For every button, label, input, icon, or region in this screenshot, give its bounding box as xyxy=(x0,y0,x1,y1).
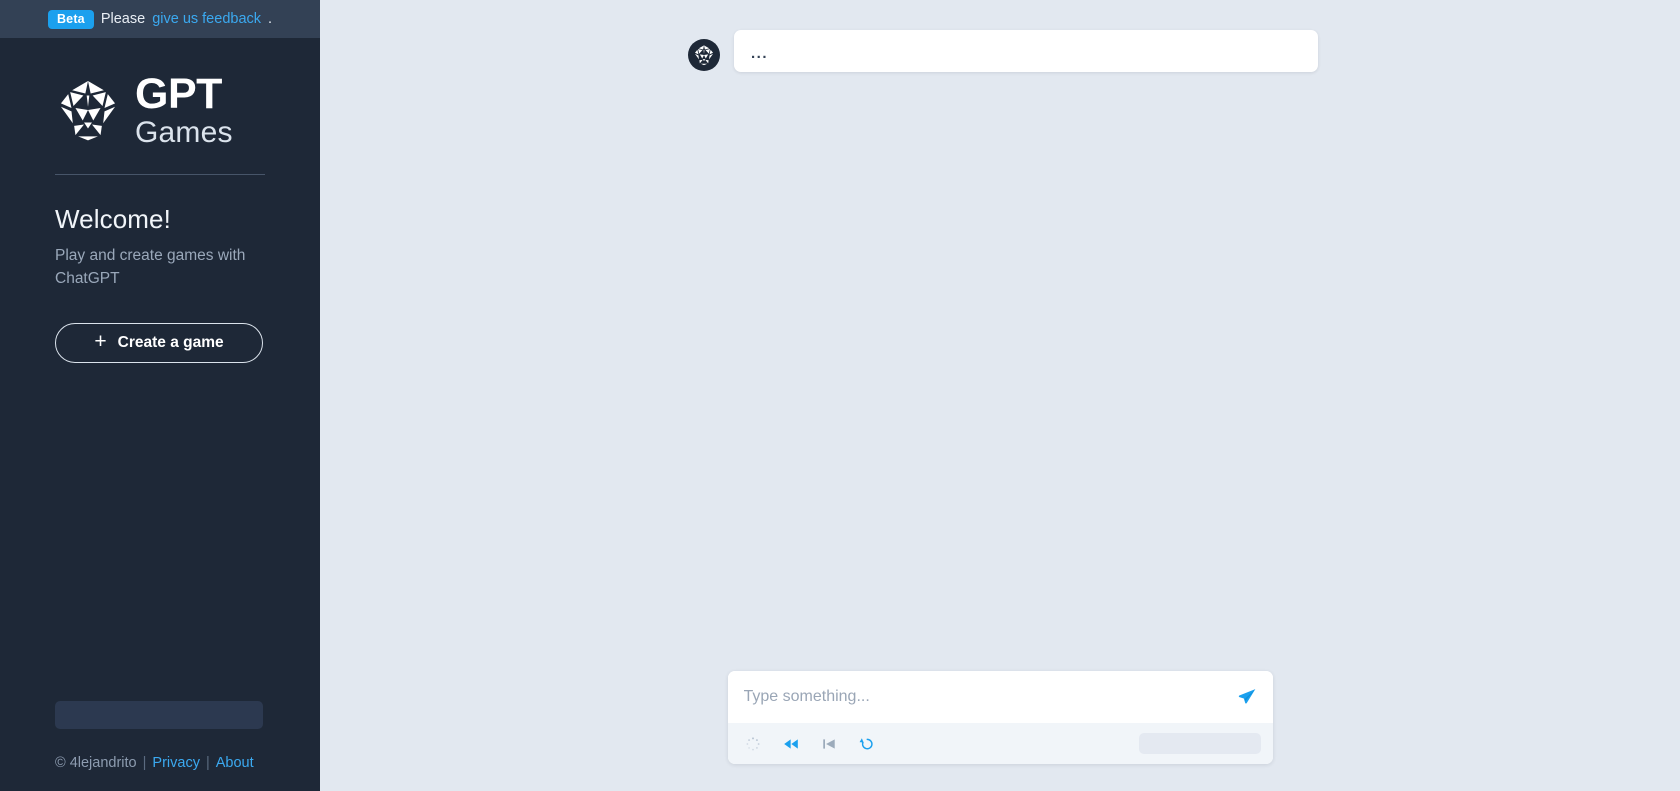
brand-title: GPT xyxy=(135,69,222,118)
composer-toolbar xyxy=(727,723,1273,764)
game-list-skeleton xyxy=(55,701,263,729)
plus-icon: + xyxy=(94,330,107,353)
rewind-icon[interactable] xyxy=(780,733,802,755)
beta-banner-prefix: Please xyxy=(100,11,146,27)
assistant-avatar xyxy=(688,39,720,71)
create-a-game-label: Create a game xyxy=(117,333,224,351)
message-input[interactable] xyxy=(739,688,1229,706)
step-back-icon[interactable] xyxy=(818,733,840,755)
footer-separator-1: | xyxy=(142,755,147,771)
brand-logo[interactable]: GPT Games xyxy=(55,67,265,153)
sidebar-body: GPT Games Welcome! Play and create games… xyxy=(0,38,320,791)
footer-separator-2: | xyxy=(205,755,210,771)
chat-message: ... xyxy=(688,30,1318,72)
beta-banner: Beta Please give us feedback. xyxy=(0,0,320,38)
copyright-label: © 4lejandrito xyxy=(55,755,137,771)
d20-dice-icon xyxy=(55,77,121,143)
restart-icon[interactable] xyxy=(856,733,878,755)
main-content: ... xyxy=(320,0,1680,791)
sidebar-footer: © 4lejandrito | Privacy | About xyxy=(55,755,265,791)
create-a-game-button[interactable]: + Create a game xyxy=(55,322,263,363)
send-button[interactable] xyxy=(1229,683,1259,711)
message-composer xyxy=(727,671,1273,764)
brand-wordmark: GPT Games xyxy=(135,69,233,149)
composer-wrap xyxy=(320,671,1680,791)
give-feedback-link[interactable]: give us feedback xyxy=(152,11,261,27)
beta-badge: Beta xyxy=(47,9,94,29)
typing-indicator: ... xyxy=(751,45,769,62)
privacy-link[interactable]: Privacy xyxy=(152,755,200,771)
loading-spinner-icon xyxy=(742,733,764,755)
welcome-subtitle: Play and create games with ChatGPT xyxy=(55,247,246,288)
beta-banner-suffix: . xyxy=(268,11,273,27)
message-bubble: ... xyxy=(734,30,1318,72)
about-link[interactable]: About xyxy=(216,755,254,771)
welcome-title: Welcome! xyxy=(55,204,171,234)
sidebar: Beta Please give us feedback. GPT Games … xyxy=(0,0,320,791)
brand-subtitle: Games xyxy=(135,115,233,149)
composer-input-row xyxy=(727,671,1273,723)
toolbar-skeleton xyxy=(1138,733,1261,754)
sidebar-divider xyxy=(55,174,265,175)
paper-plane-icon xyxy=(1237,687,1257,707)
chat-message-list[interactable]: ... xyxy=(320,0,1680,671)
